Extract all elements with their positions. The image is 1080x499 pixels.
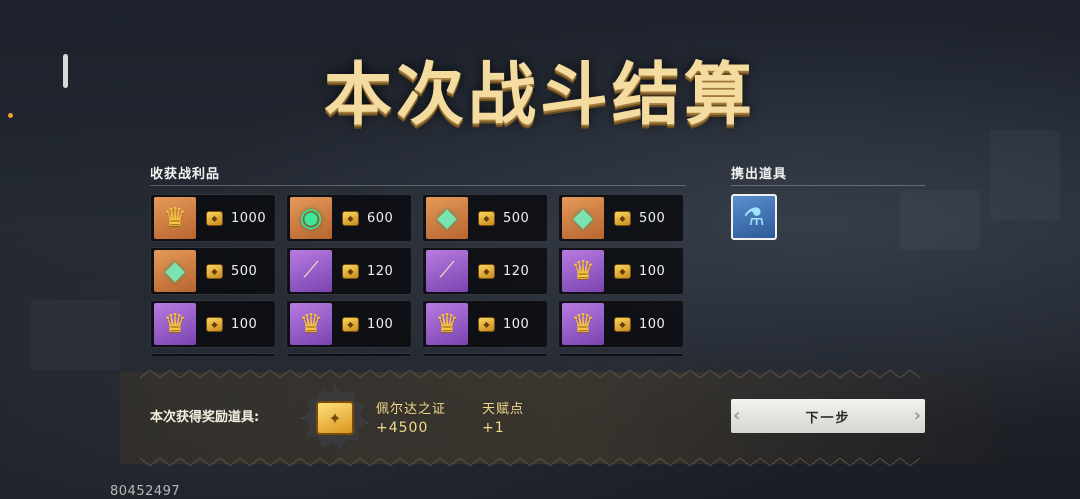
loot-value: 120 xyxy=(367,263,394,279)
loot-card-partial[interactable] xyxy=(286,353,412,356)
loot-card[interactable]: ♛ ◆ 100 xyxy=(558,300,684,348)
chevron-right-icon: › xyxy=(913,405,923,426)
emerald-medallion-icon: ◉ xyxy=(290,197,332,239)
carry-section-label: 携出道具 xyxy=(731,167,788,182)
loot-value: 100 xyxy=(367,316,394,332)
loot-card[interactable]: ♛ ◆ 100 xyxy=(422,300,548,348)
perda-certificate-icon: ✦ xyxy=(302,385,368,451)
crown-gem-icon: ♛ xyxy=(154,197,196,239)
reward-amount: +1 xyxy=(482,420,505,436)
next-step-button[interactable]: ‹ 下一步 › xyxy=(731,399,925,433)
reward-name: 天赋点 xyxy=(482,402,525,417)
loot-value: 1000 xyxy=(231,210,267,226)
crown-icon: ♛ xyxy=(426,303,468,345)
reward-label: 本次获得奖励道具: xyxy=(150,410,260,425)
reward-name: 佩尔达之证 xyxy=(376,402,447,417)
loot-card[interactable]: ♛ ◆ 1000 xyxy=(150,194,276,242)
loot-card-partial[interactable] xyxy=(558,353,684,356)
background-brick xyxy=(30,300,120,370)
coin-icon: ◆ xyxy=(206,263,223,279)
loot-section-divider xyxy=(150,185,686,186)
scepter-icon: ⟋ xyxy=(290,250,332,292)
loot-card[interactable]: ◆ ◆ 500 xyxy=(558,194,684,242)
coin-icon: ◆ xyxy=(206,316,223,332)
green-crystal-icon: ◆ xyxy=(562,197,604,239)
background-brick xyxy=(900,190,980,250)
crown-icon: ♛ xyxy=(154,303,196,345)
loot-card[interactable]: ◆ ◆ 500 xyxy=(422,194,548,242)
loot-card-partial[interactable] xyxy=(150,353,276,356)
loot-card[interactable]: ♛ ◆ 100 xyxy=(150,300,276,348)
coin-icon: ◆ xyxy=(342,263,359,279)
loot-value: 100 xyxy=(503,316,530,332)
loot-card[interactable]: ⟋ ◆ 120 xyxy=(422,247,548,295)
crown-icon: ♛ xyxy=(562,303,604,345)
scepter-icon: ⟋ xyxy=(426,250,468,292)
page-title: 本次战斗结算 xyxy=(323,55,756,135)
coin-icon: ◆ xyxy=(478,263,495,279)
potion-bottle-icon[interactable]: ⚗ xyxy=(731,194,777,240)
loot-card[interactable]: ◆ ◆ 500 xyxy=(150,247,276,295)
reward-amount: +4500 xyxy=(376,420,429,436)
loot-value: 120 xyxy=(503,263,530,279)
coin-icon: ◆ xyxy=(206,210,223,226)
coin-icon: ◆ xyxy=(342,210,359,226)
coin-icon: ◆ xyxy=(614,316,631,332)
loot-card[interactable]: ♛ ◆ 100 xyxy=(558,247,684,295)
coin-icon: ◆ xyxy=(614,210,631,226)
reward-band-top-edge xyxy=(140,370,920,378)
loot-value: 500 xyxy=(503,210,530,226)
loot-grid: ♛ ◆ 1000 ◉ ◆ 600 ◆ ◆ 500 ◆ ◆ 500 ◆ ◆ 500… xyxy=(150,194,686,356)
carry-section-divider xyxy=(731,185,925,186)
coin-icon: ◆ xyxy=(342,316,359,332)
loot-card[interactable]: ◉ ◆ 600 xyxy=(286,194,412,242)
loot-value: 100 xyxy=(231,316,258,332)
coin-icon: ◆ xyxy=(614,263,631,279)
loot-card[interactable]: ♛ ◆ 100 xyxy=(286,300,412,348)
coin-icon: ◆ xyxy=(478,316,495,332)
reward-band-bottom-edge xyxy=(140,458,920,466)
loot-card[interactable]: ⟋ ◆ 120 xyxy=(286,247,412,295)
coin-icon: ◆ xyxy=(478,210,495,226)
crown-icon: ♛ xyxy=(562,250,604,292)
crown-icon: ♛ xyxy=(290,303,332,345)
chevron-left-icon: ‹ xyxy=(733,405,743,426)
next-step-label: 下一步 xyxy=(805,410,851,426)
loot-value: 500 xyxy=(639,210,666,226)
loot-value: 100 xyxy=(639,263,666,279)
player-uid: 80452497 xyxy=(110,484,181,499)
loot-section-label: 收获战利品 xyxy=(150,167,221,182)
green-crystal-icon: ◆ xyxy=(426,197,468,239)
green-crystal-icon: ◆ xyxy=(154,250,196,292)
loot-value: 600 xyxy=(367,210,394,226)
loot-value: 500 xyxy=(231,263,258,279)
loot-card-partial[interactable] xyxy=(422,353,548,356)
loot-value: 100 xyxy=(639,316,666,332)
